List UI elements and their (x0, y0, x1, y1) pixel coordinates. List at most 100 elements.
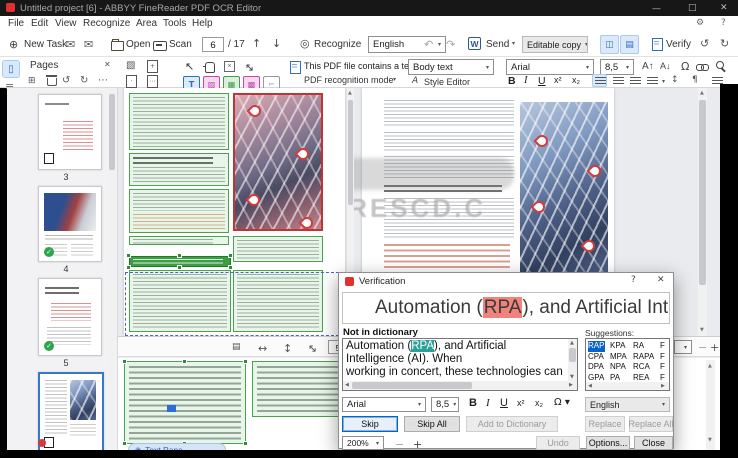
text-zone[interactable] (233, 236, 323, 262)
view-stacked-toggle[interactable]: ▤ (620, 35, 639, 54)
send-mode-select[interactable]: Editable copy▾ (522, 36, 588, 53)
close-icon[interactable]: ✕ (720, 4, 728, 13)
dialog-underline-button[interactable]: U (500, 397, 508, 409)
align-left-button[interactable] (592, 74, 607, 87)
dialog-italic-button[interactable]: I (486, 397, 490, 409)
suggestions-hscrollbar[interactable]: ◀ ▶ (586, 382, 669, 390)
line-spacing-icon[interactable]: ↕ (671, 76, 679, 85)
suggestion-item[interactable]: F (660, 352, 670, 363)
send-button[interactable]: Send (486, 39, 509, 50)
page-number-input[interactable]: 6 (202, 37, 224, 52)
bold-button[interactable]: B (508, 75, 516, 87)
fit-width-icon[interactable]: ↔ (258, 343, 267, 354)
text-zone[interactable] (129, 153, 229, 186)
scroll-up-icon[interactable]: ▲ (570, 341, 574, 346)
increase-font-icon[interactable]: A↑ (642, 61, 654, 72)
pages-scrollbar[interactable] (109, 90, 115, 448)
editor-vscrollbar[interactable]: ▲ ▼ (568, 339, 577, 383)
rotate-page-right-icon[interactable]: ↻ (80, 76, 88, 86)
chevron-down-icon[interactable]: ▾ (662, 79, 665, 85)
image-zone[interactable] (233, 93, 323, 231)
scroll-up-icon[interactable]: ▲ (708, 364, 712, 369)
text-zone[interactable] (129, 93, 229, 150)
settings-gear-icon[interactable]: ⚙ (696, 19, 704, 28)
pages-panel-toggle[interactable]: ▯ (2, 60, 20, 78)
rotate-page-left-icon[interactable]: ↺ (62, 76, 70, 86)
new-task-button[interactable]: New Task (24, 39, 67, 50)
dialog-zoom-in-icon[interactable]: + (413, 439, 422, 450)
scroll-up-icon[interactable]: ▲ (348, 91, 352, 96)
text-pane-button[interactable]: ◉ Text Pane (128, 443, 226, 450)
help-icon[interactable]: ? (721, 19, 726, 28)
superscript-button[interactable]: x² (554, 75, 562, 85)
suggestion-item[interactable]: RAPA (633, 352, 660, 363)
language-select[interactable]: English▾ (368, 36, 446, 53)
suggestion-item[interactable]: F (660, 341, 670, 352)
search-icon[interactable] (716, 61, 724, 69)
add-page-icon[interactable]: ⊞ (28, 77, 36, 86)
maximize-icon[interactable]: □ (688, 4, 697, 13)
replace-all-button[interactable]: Replace All (629, 416, 673, 432)
menu-view[interactable]: View (55, 18, 77, 29)
scroll-up-icon[interactable]: ▲ (700, 91, 704, 96)
resize-area-icon[interactable]: ↔ (242, 60, 256, 74)
suggestion-item[interactable]: F (660, 362, 670, 373)
suggestion-item[interactable]: CPA (588, 352, 610, 363)
scan-button[interactable]: Scan (169, 39, 192, 50)
zoom-select[interactable]: ▾ (674, 340, 692, 354)
text-zone[interactable] (129, 236, 229, 245)
add-blank-page-icon[interactable]: + (147, 60, 158, 73)
zoom-pane-scrollbar[interactable]: ▲ ▼ (706, 360, 715, 450)
scroll-down-icon[interactable]: ▼ (700, 328, 704, 333)
style-editor-button[interactable]: Style Editor (424, 77, 470, 87)
italic-button[interactable]: I (524, 75, 528, 86)
dialog-zoom-select[interactable]: 200%▾ (342, 436, 384, 450)
next-page-icon[interactable]: ↓ (272, 38, 281, 49)
add-to-dictionary-button[interactable]: Add to Dictionary (466, 416, 558, 432)
skip-button[interactable]: Skip (342, 416, 398, 432)
delete-page-icon[interactable] (47, 78, 57, 86)
suggestion-item[interactable]: RA (633, 341, 660, 352)
delete-area-icon[interactable]: × (224, 61, 235, 72)
replace-button[interactable]: Replace (585, 416, 625, 432)
verification-text-editor[interactable]: Automation (RPA), and Artificial Intelli… (342, 338, 578, 391)
pdf-mode-dropdown[interactable]: PDF recognition mode (304, 75, 394, 85)
menu-area[interactable]: Area (136, 18, 157, 29)
scroll-right-icon[interactable]: ▶ (569, 383, 573, 388)
paragraph-mark-icon[interactable]: ¶ (692, 76, 698, 85)
suggestion-item[interactable]: NPA (610, 362, 633, 373)
open-button[interactable]: Open (126, 39, 150, 50)
font-size-select[interactable]: 8,5▾ (600, 59, 634, 75)
edit-image-icon[interactable]: ▧ (126, 61, 135, 71)
scroll-down-icon[interactable]: ▼ (570, 375, 574, 380)
dialog-bold-button[interactable]: B (469, 397, 477, 409)
suggestions-list[interactable]: RAP KPA RA F CPA MPA RAPA F DPA NPA RCA … (585, 338, 670, 391)
underline-button[interactable]: U (538, 75, 546, 87)
more-options-icon[interactable]: ⋯ (98, 76, 108, 86)
dialog-font-size-select[interactable]: 8,5▾ (431, 397, 459, 412)
page-thumbnail-6-selected[interactable] (38, 372, 104, 454)
send-chevron-icon[interactable]: ▾ (512, 41, 515, 47)
fit-height-icon[interactable]: ↕ (283, 343, 292, 354)
suggestion-item[interactable]: RCA (633, 362, 660, 373)
recognize-button[interactable]: Recognize (314, 39, 361, 50)
scroll-left-icon[interactable]: ◀ (588, 384, 592, 389)
page-thumbnail-5[interactable]: ✓ (38, 278, 102, 356)
paragraph-style-select[interactable]: Body text▾ (408, 59, 494, 75)
view-split-toggle[interactable]: ◫ (600, 35, 619, 54)
rotate-right-icon[interactable]: ↻ (720, 38, 729, 49)
menu-recognize[interactable]: Recognize (83, 18, 130, 29)
menu-edit[interactable]: Edit (31, 18, 48, 29)
page-more-icon[interactable]: ⋯ (147, 75, 158, 88)
verify-button[interactable]: Verify (666, 39, 691, 50)
align-justify-button[interactable] (647, 77, 658, 85)
dialog-zoom-out-icon[interactable]: − (395, 439, 404, 450)
dialog-language-select[interactable]: English▾ (585, 397, 670, 412)
editor-hscrollbar[interactable]: ◀ ▶ (343, 381, 578, 390)
minimize-icon[interactable]: — (652, 5, 661, 14)
dialog-title-bar[interactable]: Verification ? ✕ (339, 273, 673, 290)
skip-all-button[interactable]: Skip All (404, 416, 460, 432)
close-button[interactable]: Close (634, 436, 673, 450)
options-button[interactable]: Options... (586, 436, 630, 450)
undo-icon[interactable]: ↶ (424, 39, 433, 50)
